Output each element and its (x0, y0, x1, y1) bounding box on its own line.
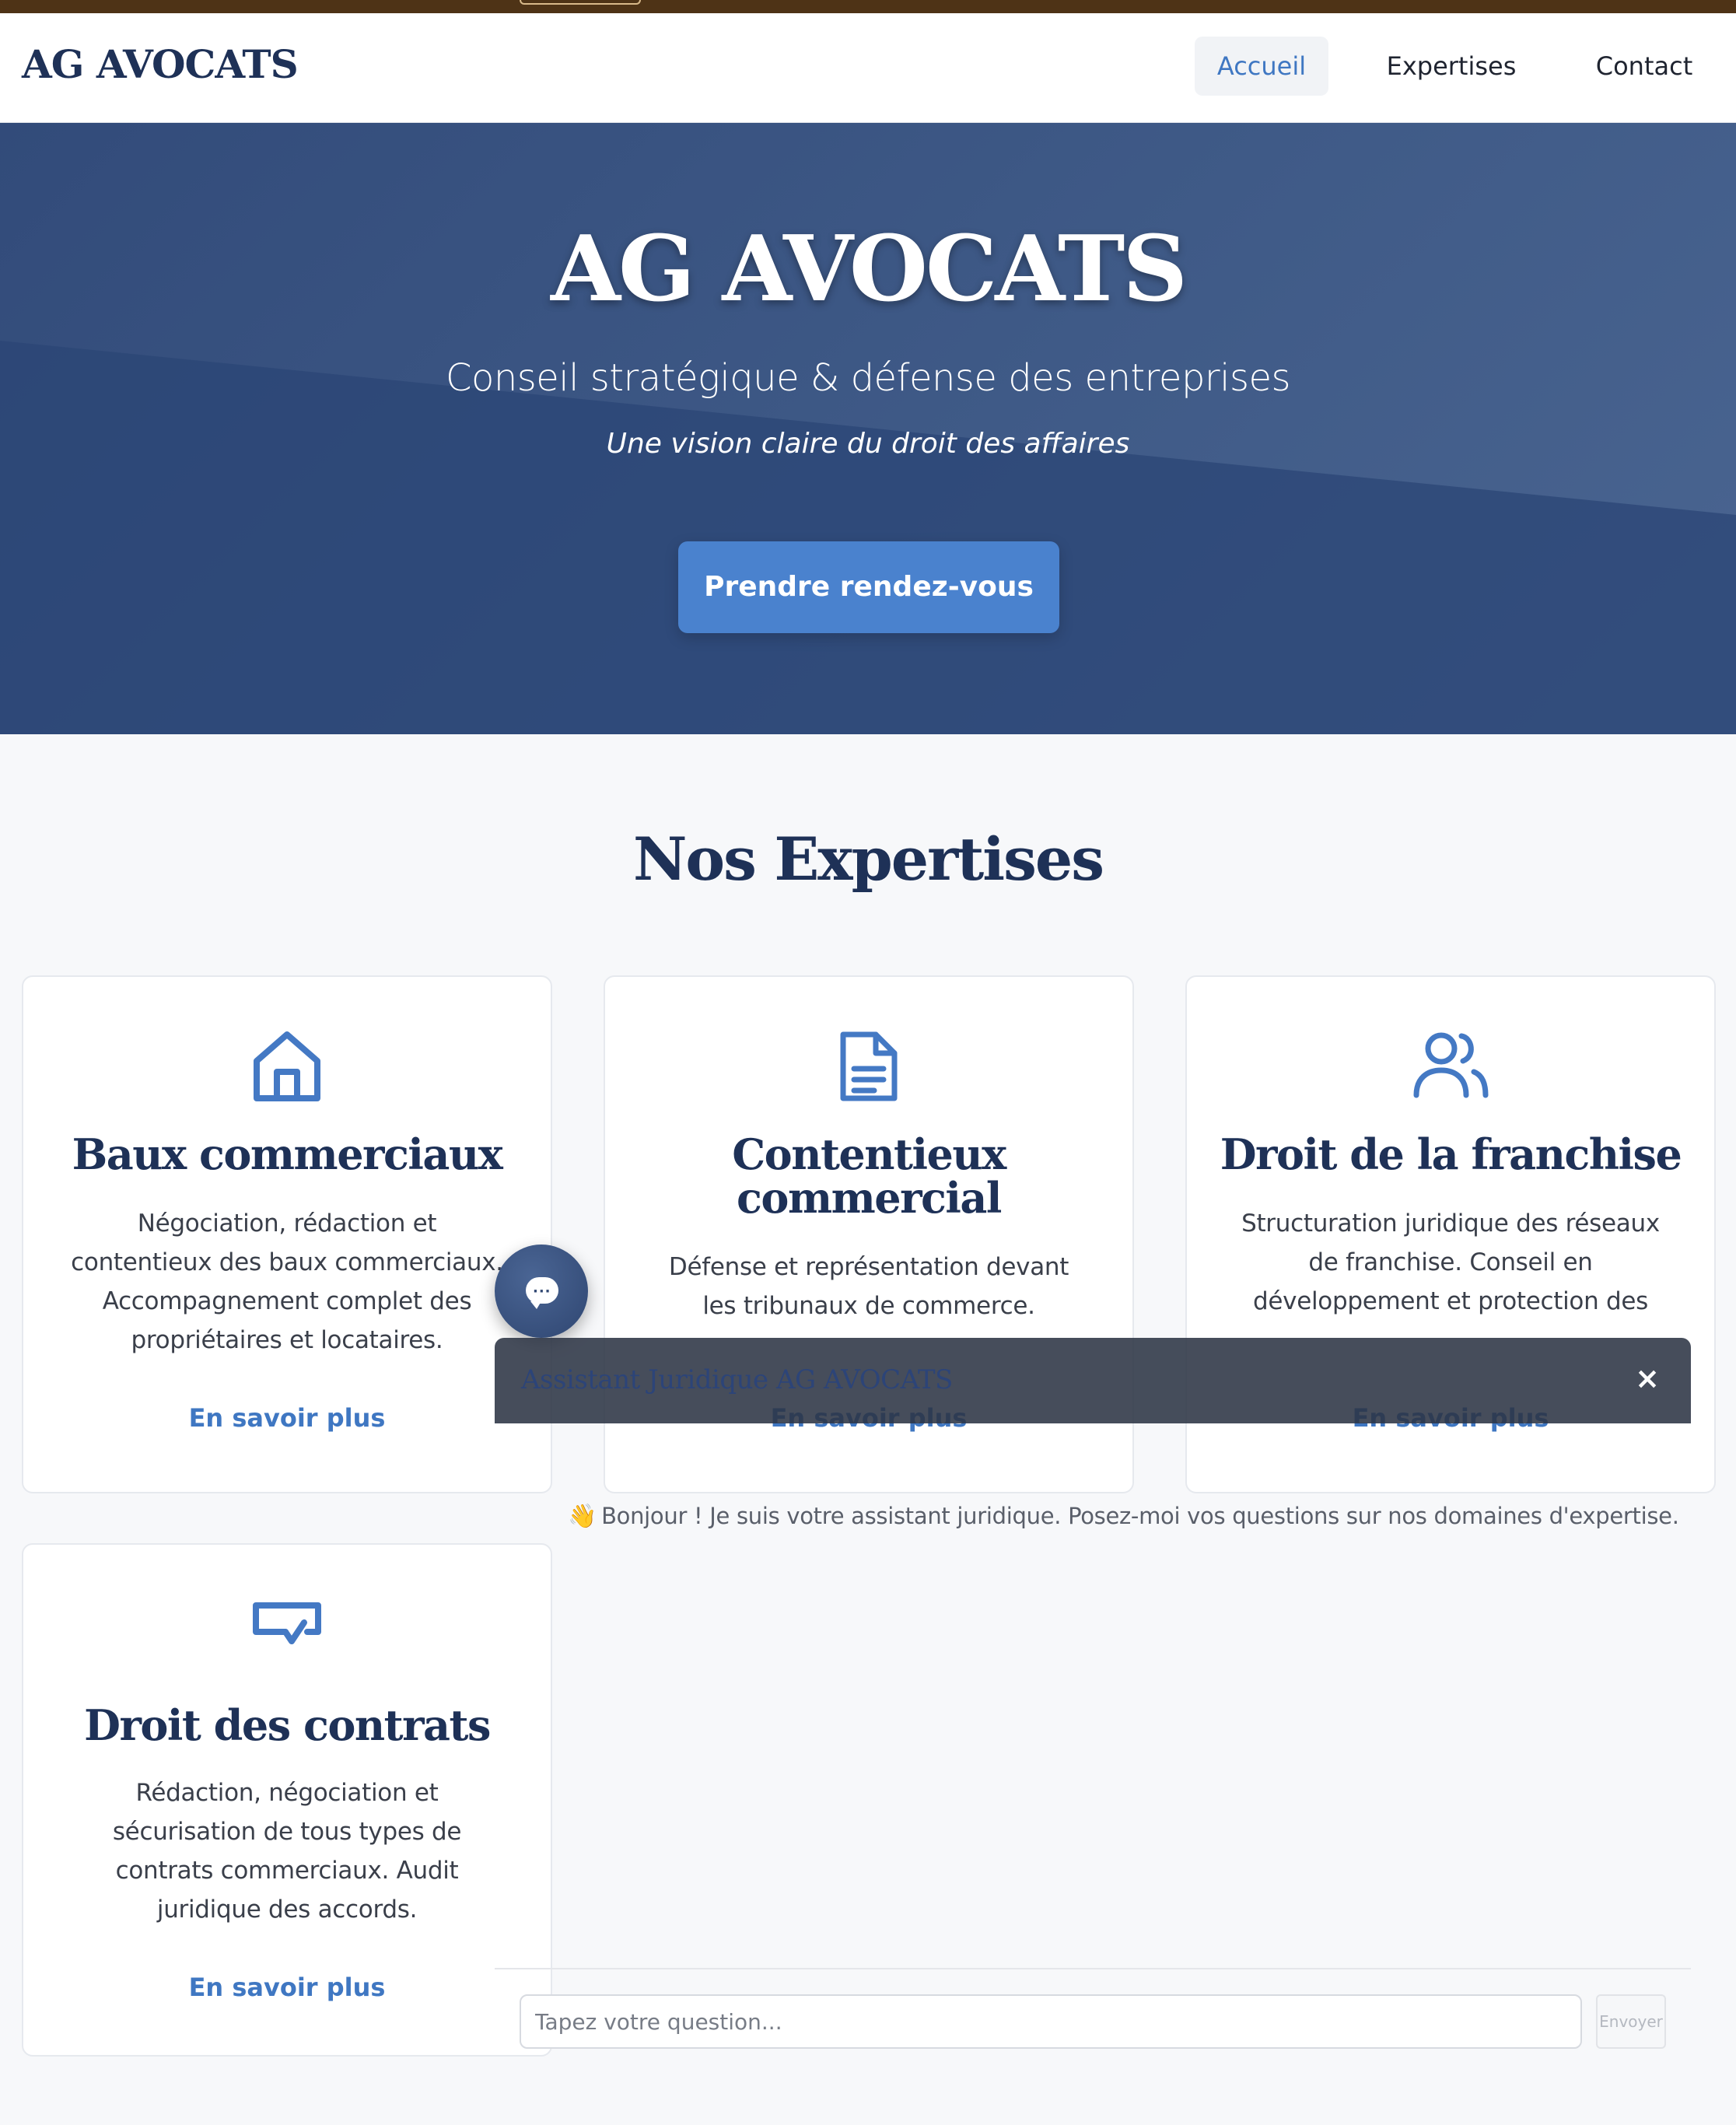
hero-subtitle: Conseil stratégique & défense des entrep… (445, 356, 1291, 400)
close-icon[interactable]: × (1635, 1361, 1660, 1395)
learn-more-link[interactable]: En savoir plus (23, 1403, 551, 1433)
house-icon (23, 1030, 551, 1106)
card-title: Baux commerciaux (72, 1129, 503, 1179)
chat-header: Assistant Juridique AG AVOCATS × (495, 1338, 1691, 1423)
browser-top-strip (0, 0, 1736, 13)
card-title: Droit de la franchise (1220, 1129, 1682, 1179)
hero-tagline: Une vision claire du droit des affaires (606, 428, 1130, 460)
wave-icon: 👋 (568, 1503, 597, 1530)
document-icon (605, 1030, 1132, 1106)
expertises-title: Nos Expertises (632, 824, 1104, 894)
brand-logo[interactable]: AG AVOCATS (22, 41, 299, 87)
chat-greeting-message: 👋 Bonjour ! Je suis votre assistant jurid… (568, 1503, 1679, 1530)
card-description: Défense et représentation devant les tri… (668, 1253, 1069, 1319)
chat-divider (495, 1968, 1691, 1969)
card-description: Rédaction, négociation et sécurisation d… (112, 1779, 462, 1924)
chat-question-input[interactable] (520, 1994, 1582, 2049)
expertise-card-contrats: Droit des contrats Rédaction, négociatio… (22, 1543, 552, 2057)
browser-tab-stub (520, 0, 641, 5)
chat-title: Assistant Juridique AG AVOCATS (521, 1364, 953, 1395)
hero-title: AG AVOCATS (550, 216, 1188, 322)
card-title: Droit des contrats (84, 1700, 491, 1750)
chat-greeting-text: Bonjour ! Je suis votre assistant juridi… (601, 1503, 1679, 1529)
expertise-card-baux: Baux commerciaux Négociation, rédaction … (22, 975, 552, 1493)
users-icon (1187, 1030, 1714, 1103)
book-appointment-button[interactable]: Prendre rendez-vous (678, 541, 1059, 633)
card-description: Structuration juridique des réseaux de f… (1241, 1210, 1660, 1315)
navbar: AG AVOCATS Accueil Expertises Contact (0, 13, 1736, 123)
hero-section: AG AVOCATS Conseil stratégique & défense… (0, 123, 1736, 734)
nav-link-expertises[interactable]: Expertises (1374, 37, 1529, 96)
contract-signature-icon (23, 1601, 551, 1647)
chat-send-button[interactable]: Envoyer (1596, 1994, 1666, 2049)
learn-more-link[interactable]: En savoir plus (23, 1973, 551, 2002)
card-description: Négociation, rédaction et contentieux de… (71, 1210, 503, 1354)
chat-toggle-button[interactable]: ··· (495, 1245, 588, 1338)
card-title: Contentieux commercial (732, 1129, 1006, 1223)
nav-link-contact[interactable]: Contact (1584, 37, 1705, 96)
nav-link-accueil[interactable]: Accueil (1195, 37, 1328, 96)
